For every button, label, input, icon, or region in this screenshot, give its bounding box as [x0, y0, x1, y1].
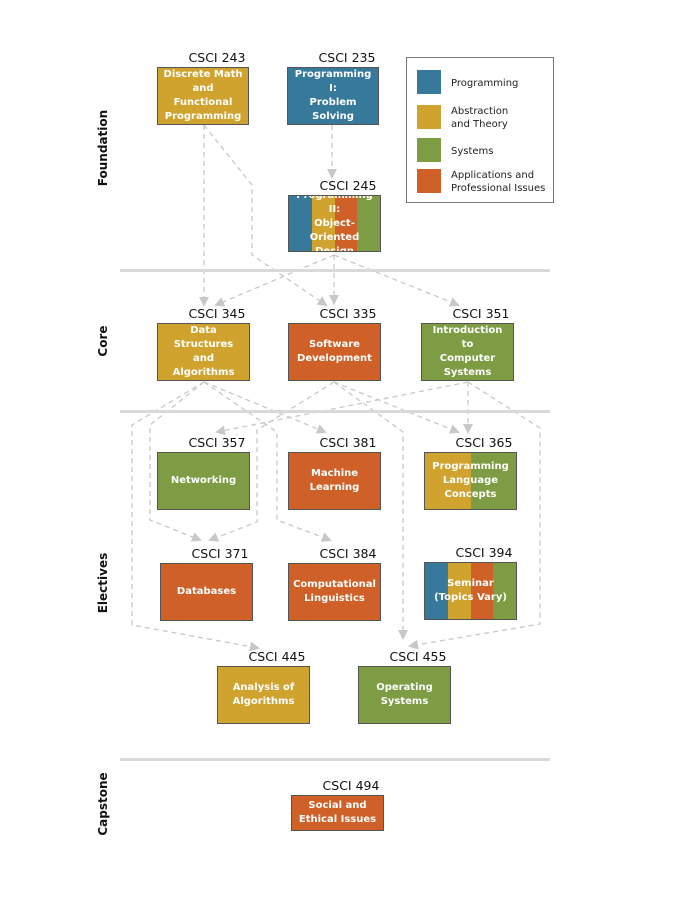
prerequisite-arrow-345-381 — [203, 381, 327, 434]
section-label-electives: Electives — [96, 552, 110, 614]
course-title: Introduction to Computer Systems — [432, 325, 503, 378]
course-code: CSCI 351 — [452, 306, 510, 321]
course-box: Social and Ethical Issues — [291, 795, 384, 831]
course-csci-335: CSCI 335 Software Development — [288, 306, 381, 381]
legend-swatch-systems — [417, 138, 441, 162]
legend-label: Programming — [451, 77, 519, 89]
course-title: Social and Ethical Issues — [298, 800, 377, 825]
section-divider — [120, 269, 550, 272]
section-label-capstone: Capstone — [96, 772, 110, 836]
course-csci-445: CSCI 445 Analysis of Algorithms — [217, 649, 310, 724]
course-code: CSCI 235 — [318, 50, 376, 65]
course-box: Data Structures and Algorithms — [157, 323, 250, 381]
prerequisite-arrow-351-357 — [215, 381, 469, 436]
course-csci-381: CSCI 381 Machine Learning — [288, 435, 381, 510]
legend-label: Abstraction and Theory — [451, 106, 509, 130]
course-csci-351: CSCI 351 Introduction to Computer Systems — [421, 306, 514, 381]
legend-swatch-applications — [417, 169, 441, 193]
course-csci-235: CSCI 235 Programming I: Problem Solving — [287, 50, 379, 125]
prerequisite-arrow-245-351 — [333, 254, 460, 307]
course-csci-371: CSCI 371 Databases — [160, 546, 253, 621]
course-csci-345: CSCI 345 Data Structures and Algorithms — [157, 306, 250, 381]
course-title: Computational Linguistics — [293, 579, 376, 604]
course-csci-394: CSCI 394 Seminar (Topics Vary) — [424, 545, 517, 620]
course-box: Operating Systems — [358, 666, 451, 724]
course-title: Machine Learning — [309, 468, 360, 493]
course-csci-455: CSCI 455 Operating Systems — [358, 649, 451, 724]
section-divider — [120, 410, 550, 413]
course-title: Operating Systems — [376, 682, 433, 707]
course-csci-494: CSCI 494 Social and Ethical Issues — [291, 778, 384, 831]
course-box: Machine Learning — [288, 452, 381, 510]
course-box: Networking — [157, 452, 250, 510]
course-title: Programming I: Problem Solving — [294, 69, 372, 122]
course-code: CSCI 394 — [455, 545, 513, 560]
course-title: Analysis of Algorithms — [232, 682, 295, 707]
legend-label: Applications and Professional Issues — [451, 170, 546, 194]
legend-swatch-programming — [417, 70, 441, 94]
course-csci-357: CSCI 357 Networking — [157, 435, 250, 510]
legend: Programming Abstraction and Theory Syste… — [406, 57, 554, 203]
course-box: Programming Language Concepts — [424, 452, 517, 510]
legend-label: Systems — [451, 145, 494, 157]
course-csci-243: CSCI 243 Discrete Math and Functional Pro… — [157, 50, 249, 125]
course-title: Software Development — [297, 339, 372, 364]
legend-item-programming: Programming — [417, 70, 553, 98]
course-box: Programming II: Object-Oriented Design — [288, 195, 381, 252]
prerequisite-arrow-245-345 — [214, 254, 335, 307]
section-label-foundation: Foundation — [96, 109, 110, 187]
course-title: Seminar (Topics Vary) — [434, 578, 507, 603]
course-box: Discrete Math and Functional Programming — [157, 67, 249, 125]
course-csci-245: CSCI 245 Programming II: Object-Oriented … — [288, 178, 381, 252]
section-label-core: Core — [96, 325, 110, 357]
course-title: Programming Language Concepts — [432, 461, 509, 500]
curriculum-diagram: Foundation Core Electives Capstone CSCI … — [0, 0, 700, 906]
course-title: Networking — [170, 475, 237, 486]
legend-item-applications: Applications and Professional Issues — [417, 169, 553, 197]
course-code: CSCI 365 — [455, 435, 513, 450]
section-divider — [120, 758, 550, 761]
course-box: Software Development — [288, 323, 381, 381]
course-csci-365: CSCI 365 Programming Language Concepts — [424, 435, 517, 510]
prerequisite-arrow-335-365 — [333, 381, 460, 434]
course-box: Seminar (Topics Vary) — [424, 562, 517, 620]
course-box: Introduction to Computer Systems — [421, 323, 514, 381]
course-title: Data Structures and Algorithms — [172, 325, 235, 378]
course-box: Programming I: Problem Solving — [287, 67, 379, 125]
legend-swatch-abstraction — [417, 105, 441, 129]
course-title: Discrete Math and Functional Programming — [163, 69, 243, 122]
course-csci-384: CSCI 384 Computational Linguistics — [288, 546, 381, 621]
course-box: Analysis of Algorithms — [217, 666, 310, 724]
course-code: CSCI 455 — [389, 649, 447, 664]
course-code: CSCI 445 — [248, 649, 306, 664]
course-code: CSCI 494 — [322, 778, 380, 793]
course-title: Programming II: Object-Oriented Design — [296, 195, 373, 252]
course-box: Databases — [160, 563, 253, 621]
course-code: CSCI 245 — [319, 178, 377, 193]
legend-item-systems: Systems — [417, 138, 553, 166]
legend-item-abstraction: Abstraction and Theory — [417, 105, 553, 133]
course-title: Databases — [176, 586, 237, 597]
course-box: Computational Linguistics — [288, 563, 381, 621]
